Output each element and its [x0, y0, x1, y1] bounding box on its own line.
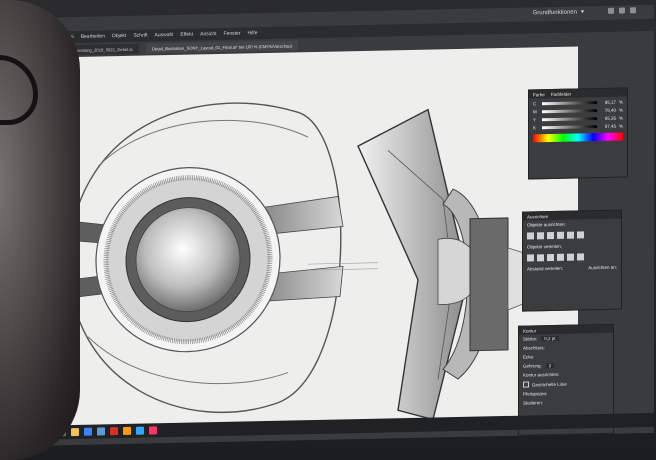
distribute-vcenter-icon[interactable]	[537, 254, 544, 262]
channel-value[interactable]: 97,45	[600, 124, 616, 129]
channel-unit: %	[618, 107, 623, 113]
channel-value[interactable]: 95,17	[600, 100, 616, 105]
scale-label: Skalieren:	[523, 400, 544, 406]
browser-icon[interactable]	[84, 427, 92, 436]
channel-unit: %	[618, 123, 623, 129]
color-panel-header: Farbe Farbfelder	[529, 88, 627, 99]
color-spectrum[interactable]	[533, 132, 623, 143]
person-head-foreground	[0, 0, 80, 460]
workspace-label: Grundfunktionen	[532, 9, 577, 16]
align-panel: Ausrichten Objekte ausrichten: Objekte v…	[522, 209, 622, 312]
channel-label: M	[533, 109, 537, 115]
artboard-canvas[interactable]	[58, 46, 578, 438]
channel-label: K	[533, 125, 537, 131]
distribute-left-icon[interactable]	[557, 253, 564, 261]
menu-item-fenster[interactable]: Fenster	[224, 31, 241, 37]
menu-item-objekt[interactable]: Objekt	[112, 33, 126, 39]
distribute-top-icon[interactable]	[527, 254, 534, 262]
channel-unit: %	[618, 99, 623, 105]
channel-slider[interactable]	[542, 125, 597, 130]
stroke-weight-field[interactable]: 0,2 pt	[541, 335, 559, 342]
stroke-weight-label: Stärke:	[523, 336, 538, 342]
align-left-icon[interactable]	[527, 232, 534, 240]
menu-item-ansicht[interactable]: Ansicht	[200, 31, 216, 37]
arrange-documents-icon[interactable]	[619, 7, 625, 14]
eyeglasses	[0, 55, 38, 125]
dashed-line-checkbox[interactable]	[523, 381, 529, 388]
distribute-right-icon[interactable]	[577, 253, 584, 261]
indesign-icon[interactable]	[149, 426, 157, 435]
menu-bar: Datei Bearbeiten Objekt Schrift Auswahl …	[28, 18, 654, 44]
vector-drawing	[67, 102, 548, 421]
dashed-line-label: Gestrichelte Linie	[532, 381, 567, 387]
distribute-bottom-icon[interactable]	[547, 253, 554, 262]
distribute-spacing-label: Abstand verteilen:	[527, 265, 564, 272]
channel-unit: %	[618, 115, 623, 121]
menu-item-effekt[interactable]: Effekt	[180, 32, 193, 38]
stroke-limit-label: Gehrung:	[523, 363, 542, 369]
grid-icon[interactable]	[630, 7, 636, 14]
menu-item-bearbeiten[interactable]: Bearbeiten	[81, 33, 105, 40]
align-to-label: Ausrichten an:	[588, 264, 617, 271]
mail-icon[interactable]	[97, 427, 105, 436]
illustrator-window: Datei Bearbeiten Objekt Schrift Auswahl …	[28, 4, 654, 446]
tab-farbfelder[interactable]: Farbfelder	[551, 91, 572, 96]
stroke-panel-title: Kontur	[523, 327, 537, 334]
explorer-icon[interactable]	[71, 427, 79, 437]
photo-of-monitor: Datei Bearbeiten Objekt Schrift Auswahl …	[0, 0, 656, 460]
channel-row-k[interactable]: K 97,45 %	[533, 124, 623, 131]
channel-row-y[interactable]: Y 65,35 %	[533, 116, 623, 123]
channel-slider[interactable]	[542, 117, 597, 122]
menu-item-schrift[interactable]: Schrift	[133, 32, 147, 38]
channel-label: C	[533, 101, 537, 107]
distribute-hcenter-icon[interactable]	[567, 253, 574, 261]
color-panel: Farbe Farbfelder C 95,17 % M 78,40 % Y 6…	[528, 87, 628, 180]
chevron-down-icon: ▾	[580, 9, 584, 16]
menu-item-auswahl[interactable]: Auswahl	[155, 32, 174, 38]
align-vcenter-icon[interactable]	[567, 231, 574, 239]
menu-item-hilfe[interactable]: Hilfe	[247, 30, 257, 36]
align-right-icon[interactable]	[547, 231, 554, 240]
align-hcenter-icon[interactable]	[537, 232, 544, 240]
align-top-icon[interactable]	[557, 231, 564, 239]
channel-slider[interactable]	[542, 109, 597, 114]
channel-slider[interactable]	[542, 101, 597, 106]
tab-farbe[interactable]: Farbe	[533, 92, 545, 97]
document-tab-active-label: Detail_Illustration_SONY_Layout_01_Final…	[152, 42, 293, 51]
illustrator-icon[interactable]	[123, 426, 131, 436]
channel-value[interactable]: 65,35	[600, 116, 616, 121]
workspace-switcher[interactable]: Grundfunktionen ▾	[533, 8, 584, 16]
distribute-spacing-row: Abstand verteilen: Ausrichten an:	[523, 263, 621, 274]
channel-row-m[interactable]: M 78,40 %	[533, 108, 623, 115]
channel-label: Y	[533, 117, 537, 123]
photoshop-icon[interactable]	[136, 426, 144, 435]
search-icon[interactable]	[608, 7, 614, 14]
center-axis-line	[308, 262, 378, 265]
align-panel-title: Ausrichten	[527, 213, 549, 220]
align-bottom-icon[interactable]	[577, 231, 584, 239]
channel-value[interactable]: 78,40	[600, 108, 616, 113]
front-view-top-rim	[97, 119, 309, 167]
document-tab-active[interactable]: Detail_Illustration_SONY_Layout_01_Final…	[146, 40, 299, 54]
stroke-limit-field[interactable]: 2	[545, 362, 555, 369]
channel-row-c[interactable]: C 95,17 %	[533, 100, 623, 107]
acrobat-icon[interactable]	[110, 427, 118, 436]
side-view-mount-block	[469, 217, 509, 352]
top-right-icons	[608, 7, 636, 14]
